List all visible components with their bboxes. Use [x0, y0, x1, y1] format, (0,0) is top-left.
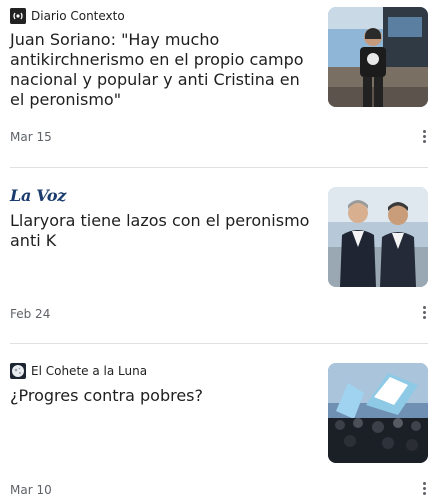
article-card[interactable]: La Voz Llaryora tiene lazos con el peron… — [0, 168, 436, 344]
article-thumbnail[interactable] — [328, 363, 428, 463]
more-vert-icon[interactable] — [418, 128, 430, 144]
source-row: La Voz — [10, 185, 67, 205]
headline[interactable]: Llaryora tiene lazos con el peronismo an… — [10, 211, 310, 251]
article-thumbnail[interactable] — [328, 7, 428, 107]
source-name: Diario Contexto — [31, 9, 125, 23]
broadcast-icon — [10, 8, 26, 24]
article-thumbnail[interactable] — [328, 187, 428, 287]
headline[interactable]: ¿Progres contra pobres? — [10, 386, 310, 406]
more-vert-icon[interactable] — [418, 304, 430, 320]
moon-icon — [10, 363, 26, 379]
article-date: Mar 15 — [10, 130, 52, 144]
headline[interactable]: Juan Soriano: "Hay mucho antikirchnerism… — [10, 30, 310, 110]
article-date: Feb 24 — [10, 307, 51, 321]
article-date: Mar 10 — [10, 483, 52, 497]
source-row: El Cohete a la Luna — [10, 363, 147, 379]
la-voz-logo: La Voz — [10, 185, 67, 205]
article-card[interactable]: El Cohete a la Luna ¿Progres contra pobr… — [0, 344, 436, 501]
more-vert-icon[interactable] — [418, 480, 430, 496]
article-card[interactable]: Diario Contexto Juan Soriano: "Hay mucho… — [0, 0, 436, 168]
source-row: Diario Contexto — [10, 8, 125, 24]
source-name: El Cohete a la Luna — [31, 364, 148, 378]
